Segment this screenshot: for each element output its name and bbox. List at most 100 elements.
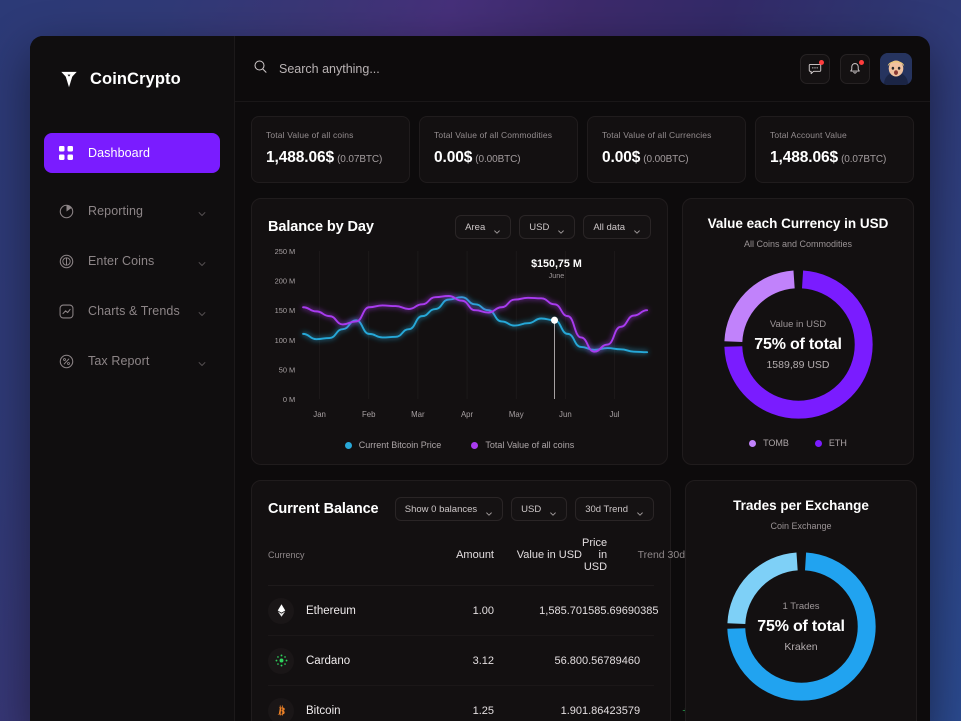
cell-price-usd: 1.86423579 (582, 704, 641, 717)
column-header-currency: Currency (268, 550, 305, 560)
search-input[interactable] (279, 61, 579, 76)
svg-text:$150,75 M: $150,75 M (531, 258, 582, 270)
cell-value-usd: 56.80 (554, 654, 582, 667)
legend-dot-bitcoin (344, 441, 352, 449)
dropdown-label: All data (593, 221, 625, 233)
donut-amount: 1589,89 USD (766, 358, 830, 371)
search-bar[interactable] (253, 59, 800, 79)
chevron-down-icon (493, 223, 501, 234)
svg-text:150 M: 150 M (275, 306, 296, 315)
currency-dropdown[interactable]: USD (519, 215, 576, 239)
current-balance-panel: Current Balance Show 0 balances USD 30d … (251, 480, 736, 721)
table-row[interactable]: B Bitcoin 1.25 1.90 1.86423579 +2.23% (268, 686, 718, 721)
sidebar-item-enter-coins[interactable]: Enter Coins (44, 241, 220, 281)
balance-by-day-panel: Balance by Day Area USD All data 0 M 50 … (251, 198, 671, 465)
stat-value: 1,488.06$ (0.07BTC) (266, 149, 395, 167)
svg-text:200 M: 200 M (275, 277, 296, 286)
trades-per-exchange-panel: Trades per Exchange Coin Exchange 1 Trad… (685, 480, 917, 721)
sidebar-item-reporting[interactable]: Reporting (44, 191, 220, 231)
stat-value: 0.00$ (0.00BTC) (602, 149, 731, 167)
brand-name: CoinCrypto (90, 69, 181, 88)
column-header-trend: Trend 30d (637, 549, 686, 561)
svg-text:June: June (549, 271, 565, 280)
balance-row: Current Balance Show 0 balances USD 30d … (251, 480, 917, 721)
data-range-dropdown[interactable]: All data (583, 215, 651, 239)
notification-badge (859, 59, 864, 65)
sidebar-item-label: Enter Coins (88, 254, 155, 268)
chevron-down-icon (633, 223, 641, 234)
chart-legend: Current Bitcoin Price Total Value of all… (252, 430, 667, 464)
topbar-actions (800, 52, 912, 85)
donut-percent: 75% of total (754, 335, 842, 353)
donut-percent: 75% of total (757, 617, 845, 635)
column-header-value: Value in USD (516, 549, 582, 561)
legend-item: Current Bitcoin Price (344, 440, 441, 450)
show-balances-dropdown[interactable]: Show 0 balances (394, 497, 504, 521)
svg-text:100 M: 100 M (275, 336, 296, 345)
notifications-button[interactable] (840, 53, 870, 84)
donut-label: 1 Trades (782, 600, 820, 612)
dropdown-label: Area (465, 221, 486, 233)
charts-row: Balance by Day Area USD All data 0 M 50 … (251, 198, 914, 465)
donut-legend: TOMB ETH (693, 438, 903, 448)
svg-text:Apr: Apr (461, 410, 474, 419)
currency-donut-panel: Value each Currency in USD All Coins and… (682, 198, 914, 465)
trend-dropdown[interactable]: 30d Trend (575, 497, 654, 521)
trend-chart-icon (57, 302, 75, 320)
chart-type-dropdown[interactable]: Area (455, 215, 512, 239)
sidebar-item-charts-trends[interactable]: Charts & Trends (44, 291, 220, 331)
stat-label: Total Account Value (770, 130, 847, 140)
balance-table: Currency Amount Value in USD Price in US… (252, 521, 736, 721)
line-chart: 0 M 50 M 100 M 150 M 200 M 250 M Jan Feb Mar Apr… (252, 239, 671, 430)
pie-chart-icon (57, 202, 75, 220)
sidebar-item-dashboard[interactable]: Dashboard (44, 133, 220, 173)
sidebar-item-label: Reporting (88, 204, 144, 218)
donut-exchange: Kraken (784, 640, 818, 653)
chevron-down-icon (197, 356, 207, 366)
messages-button[interactable] (800, 53, 830, 84)
sidebar-item-label: Tax Report (88, 354, 150, 368)
column-header-price: Price in USD (582, 537, 608, 573)
search-icon (253, 59, 268, 79)
ethereum-icon (268, 597, 294, 624)
percent-icon (57, 352, 75, 370)
cell-value-usd: 1.90 (560, 704, 582, 717)
legend-item: Total Value of all coins (471, 440, 574, 450)
main-area: Total Value of all coins 1,488.06$(0.07B… (235, 36, 930, 721)
sidebar-item-label: Dashboard (88, 146, 151, 160)
sidebar-item-label: Charts & Trends (88, 304, 180, 318)
table-row[interactable]: Cardano 3.12 56.80 0.56789460 -1.75% (268, 636, 718, 686)
panel-subtitle: Coin Exchange (770, 521, 832, 531)
coin-name: Ethereum (306, 604, 356, 617)
dropdown-label: Show 0 balances (404, 503, 478, 515)
svg-text:Jul: Jul (610, 410, 620, 419)
stat-label: Total Value of all coins (266, 130, 354, 140)
brand: CoinCrypto (30, 58, 234, 100)
chevron-down-icon (197, 306, 207, 316)
chevron-down-icon (557, 223, 565, 234)
app-window: CoinCrypto Dashboard Reporting Enter Coi… (30, 36, 930, 721)
legend-dot-total (471, 441, 479, 449)
chart-controls: Area USD All data (455, 215, 651, 239)
svg-text:Feb: Feb (362, 410, 376, 419)
svg-text:0 M: 0 M (283, 395, 295, 404)
bitcoin-icon: B (268, 697, 294, 721)
table-row[interactable]: Ethereum 1.00 1,585.70 1585.69690385 +4.… (268, 586, 736, 636)
donut-center-text: Value in USD 75% of total 1589,89 USD (738, 319, 858, 371)
user-avatar[interactable] (880, 52, 912, 85)
coin-name: Cardano (306, 654, 351, 667)
cell-price-usd: 1585.69690385 (582, 604, 659, 617)
table-header-row: Currency Amount Value in USD Price in US… (268, 521, 685, 586)
sidebar: CoinCrypto Dashboard Reporting Enter Coi… (30, 36, 235, 721)
panel-title: Balance by Day (268, 219, 374, 235)
table-currency-dropdown[interactable]: USD (511, 497, 568, 521)
legend-label: Total Value of all coins (485, 440, 575, 450)
svg-text:50 M: 50 M (279, 365, 295, 374)
donut-center-text: 1 Trades 75% of total Kraken (741, 601, 861, 653)
panel-header: Balance by Day Area USD All data (252, 199, 667, 239)
legend-item: TOMB (749, 438, 789, 448)
panel-title: Value each Currency in USD (707, 216, 889, 231)
chevron-down-icon (549, 505, 557, 516)
sidebar-item-tax-report[interactable]: Tax Report (44, 341, 220, 381)
stat-btc: (0.07BTC) (337, 154, 383, 165)
